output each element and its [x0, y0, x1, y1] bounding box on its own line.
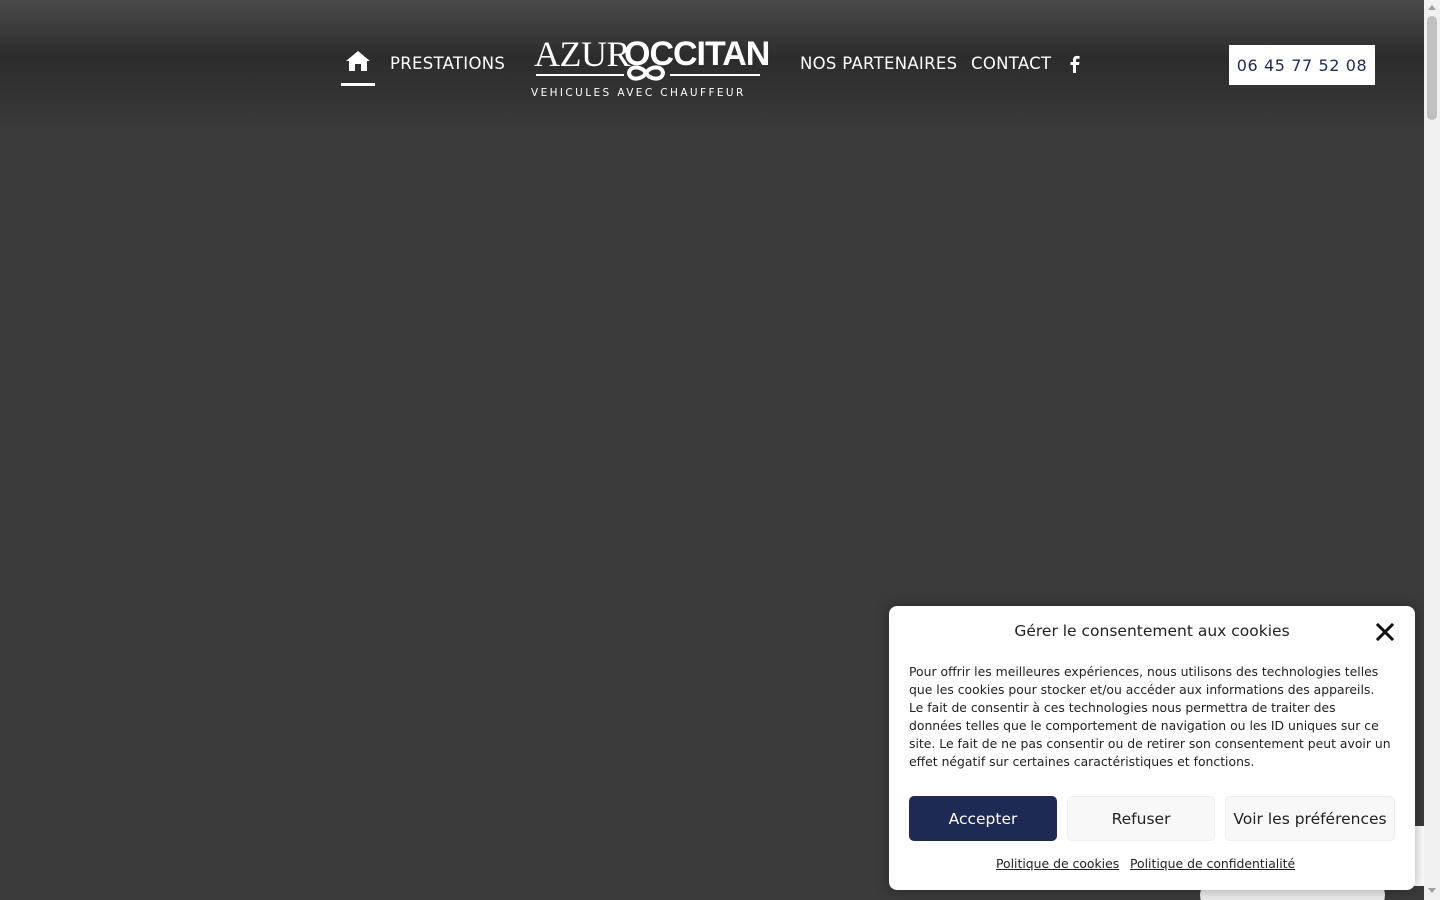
view-preferences-button[interactable]: Voir les préférences [1225, 796, 1395, 841]
nav-facebook-link[interactable] [1066, 54, 1084, 74]
home-icon [346, 51, 370, 71]
scroll-thumb[interactable] [1427, 16, 1437, 120]
privacy-policy-link[interactable]: Politique de confidentialité [1130, 856, 1295, 871]
cookie-close-button[interactable] [1375, 622, 1395, 642]
cookie-policy-link[interactable]: Politique de cookies [996, 856, 1119, 871]
nav-partenaires[interactable]: NOS PARTENAIRES [800, 52, 957, 76]
nav-prestations[interactable]: PRESTATIONS [390, 52, 505, 76]
cookie-dialog-text: Pour offrir les meilleures expériences, … [909, 664, 1391, 769]
site-header: PRESTATIONS AZUR OCCITAN VEHICULES AVEC … [0, 0, 1424, 128]
close-icon [1375, 622, 1395, 642]
logo-divider-left [536, 74, 624, 76]
logo-divider-right [670, 74, 760, 76]
site-logo[interactable]: AZUR OCCITAN VEHICULES AVEC CHAUFFEUR [528, 34, 770, 100]
phone-button[interactable]: 06 45 77 52 08 [1229, 45, 1375, 85]
page: PRESTATIONS AZUR OCCITAN VEHICULES AVEC … [0, 0, 1440, 900]
logo-tagline: VEHICULES AVEC CHAUFFEUR [531, 87, 746, 99]
cookie-dialog-title: Gérer le consentement aux cookies [1014, 622, 1290, 640]
scroll-up-icon[interactable] [1428, 5, 1436, 10]
nav-contact[interactable]: CONTACT [971, 52, 1051, 76]
accept-cookies-button[interactable]: Accepter [909, 796, 1057, 841]
logo-azur-text: AZUR [534, 34, 631, 74]
nav-home-link[interactable] [341, 50, 375, 86]
cookie-consent-dialog: Gérer le consentement aux cookies Pour o… [889, 606, 1415, 890]
vertical-scrollbar[interactable] [1424, 0, 1440, 900]
refuse-cookies-button[interactable]: Refuser [1067, 796, 1215, 841]
infinity-icon [626, 65, 666, 81]
facebook-icon [1070, 55, 1080, 73]
scroll-down-icon[interactable] [1428, 888, 1436, 893]
